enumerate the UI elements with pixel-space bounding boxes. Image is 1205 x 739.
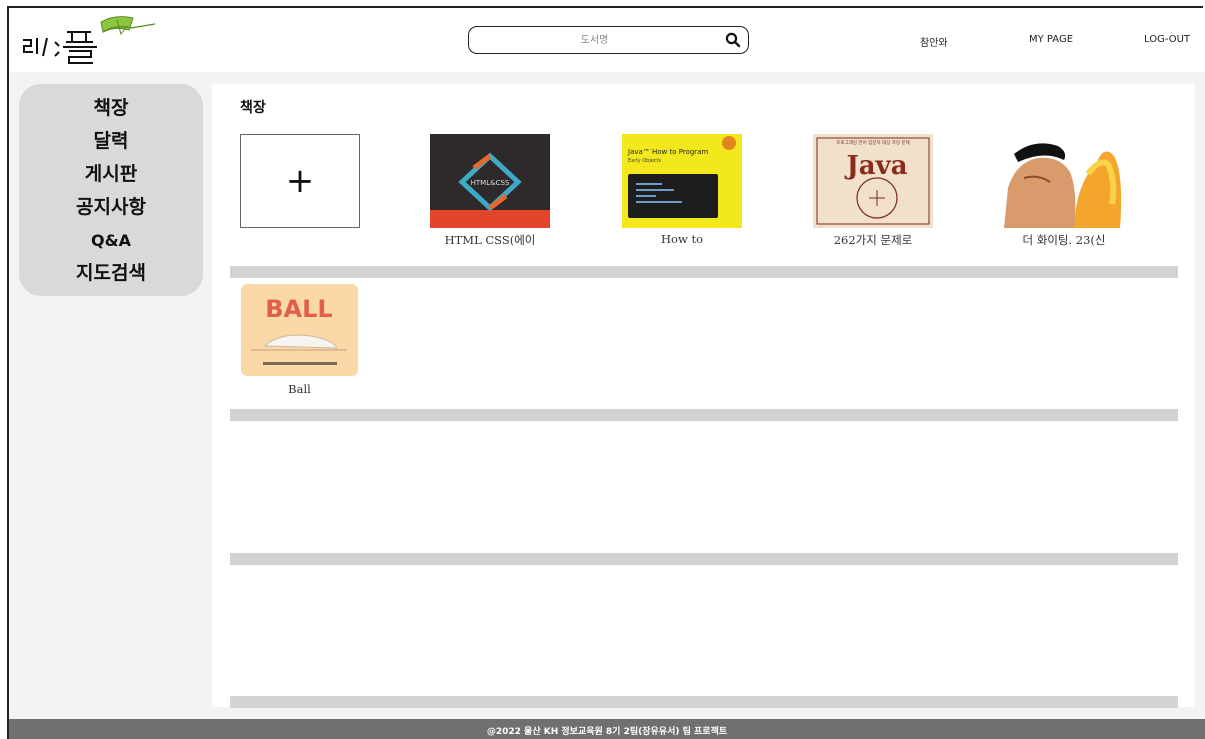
book-title: Ball xyxy=(288,382,311,396)
user-name-link[interactable]: 참안와 xyxy=(920,34,948,49)
sidebar-item-map-search[interactable]: 지도검색 xyxy=(19,257,203,290)
book-title: 262가지 문제로 xyxy=(833,233,913,247)
logout-link[interactable]: LOG-OUT xyxy=(1144,34,1190,45)
plus-icon: + xyxy=(285,161,315,201)
book-title: 더 화이팅. 23(신 xyxy=(1022,233,1106,247)
search-input[interactable] xyxy=(477,30,712,50)
search-icon[interactable] xyxy=(724,31,742,49)
cover-text: Java™ How to Program xyxy=(627,148,708,156)
book-cover xyxy=(1004,134,1124,228)
sidebar-item-board[interactable]: 게시판 xyxy=(19,158,203,191)
sidebar-item-notice[interactable]: 공지사항 xyxy=(19,191,203,224)
book-cover: 프로그래밍 언어 입문자 대상 코딩 문제 Java xyxy=(813,134,933,228)
logo-image xyxy=(23,16,156,64)
book-title: How to xyxy=(661,232,703,246)
sidebar-item-bookshelf[interactable]: 책장 xyxy=(19,92,203,125)
shelf-divider xyxy=(230,266,1178,278)
bookshelf-panel: 책장 + HTML&CSS HTML CSS(에이 Java™ How to P… xyxy=(212,84,1195,708)
footer-copyright: @2022 울산 KH 정보교육원 8기 2팀(장유유서) 팀 프로젝트 xyxy=(486,727,728,737)
sidebar-item-qna[interactable]: Q&A xyxy=(19,224,203,257)
cover-text: 프로그래밍 언어 입문자 대상 코딩 문제 xyxy=(836,139,909,146)
book-cover: Java™ How to Program Early Objects xyxy=(622,134,742,228)
shelf-divider xyxy=(230,553,1178,565)
footer: @2022 울산 KH 정보교육원 8기 2팀(장유유서) 팀 프로젝트 xyxy=(9,719,1205,739)
book-cover: BALL xyxy=(241,284,358,376)
sidebar: 책장 달력 게시판 공지사항 Q&A 지도검색 xyxy=(19,84,203,296)
book-cover: HTML&CSS xyxy=(430,134,550,228)
shelf-divider xyxy=(230,409,1178,421)
page-frame: 참안와 MY PAGE LOG-OUT 책장 달력 게시판 공지사항 Q&A 지… xyxy=(7,6,1205,739)
book-title: HTML CSS(에이 xyxy=(444,233,536,247)
add-book-button[interactable]: + xyxy=(240,134,360,228)
sidebar-item-calendar[interactable]: 달력 xyxy=(19,125,203,158)
mypage-link[interactable]: MY PAGE xyxy=(1029,34,1073,45)
search-box xyxy=(468,26,749,54)
cover-title-text: Java xyxy=(844,151,907,181)
cover-subtext: Early Objects xyxy=(628,158,662,164)
cover-text: HTML&CSS xyxy=(471,179,510,187)
shelf-divider xyxy=(230,696,1178,708)
header: 참안와 MY PAGE LOG-OUT xyxy=(9,8,1205,72)
logo[interactable] xyxy=(17,12,157,68)
cover-title-text: BALL xyxy=(265,295,332,323)
page-title: 책장 xyxy=(240,100,266,116)
